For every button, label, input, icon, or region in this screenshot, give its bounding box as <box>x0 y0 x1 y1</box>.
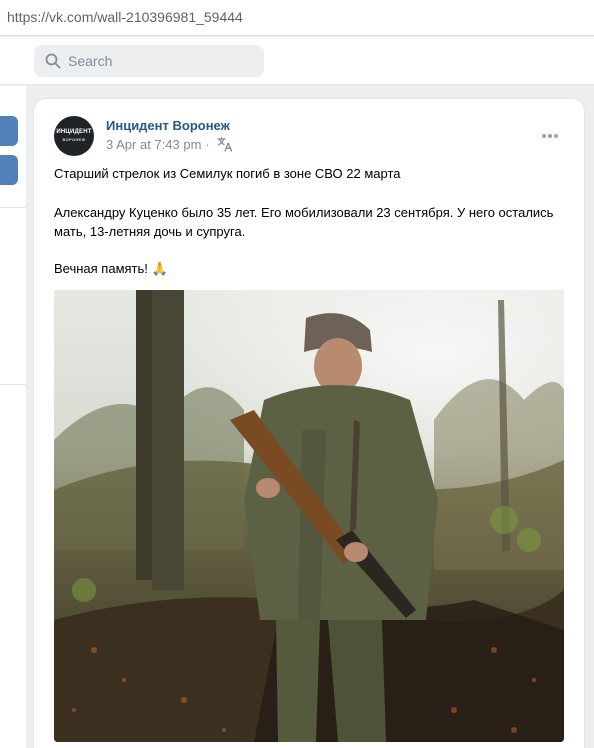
post-text-line: Старший стрелок из Семилук погиб в зоне … <box>54 166 401 181</box>
search-placeholder: Search <box>68 53 113 69</box>
sidebar-button[interactable] <box>0 155 18 185</box>
more-dot <box>554 134 558 138</box>
search-input[interactable]: Search <box>34 45 264 77</box>
post-meta: 3 Apr at 7:43 pm · <box>106 137 214 152</box>
post-text-line: мать, 13-летняя дочь и супруга. <box>54 224 246 239</box>
search-icon <box>45 53 61 69</box>
post-author-link[interactable]: Инцидент Воронеж <box>106 118 230 133</box>
post-date[interactable]: 3 Apr at 7:43 pm <box>106 137 201 152</box>
avatar[interactable]: ИНЦИДЕНТ ВОРОНЕЖ <box>54 116 94 156</box>
sidebar-divider <box>0 384 26 385</box>
browser-address-bar[interactable]: https://vk.com/wall-210396981_59444 <box>0 0 594 36</box>
sidebar-divider <box>0 207 26 208</box>
translate-icon[interactable] <box>217 136 233 152</box>
post-text-line: Александру Куценко было 35 лет. Его моби… <box>54 205 554 220</box>
sidebar-button[interactable] <box>0 116 18 146</box>
wall-post: ИНЦИДЕНТ ВОРОНЕЖ Инцидент Воронеж 3 Apr … <box>34 99 584 748</box>
post-text-line: Вечная память! 🙏 <box>54 261 168 276</box>
avatar-logo-subtext: ВОРОНЕЖ <box>62 137 86 142</box>
more-dot <box>542 134 546 138</box>
photo-illustration <box>54 290 564 742</box>
post-photo[interactable] <box>54 290 564 742</box>
url-text[interactable]: https://vk.com/wall-210396981_59444 <box>7 9 243 25</box>
avatar-logo-text: ИНЦИДЕНТ <box>56 129 92 135</box>
site-header: Search <box>0 37 594 85</box>
more-options-icon[interactable] <box>542 126 562 146</box>
meta-separator: · <box>205 137 210 152</box>
left-sidebar <box>0 86 26 748</box>
more-dot <box>548 134 552 138</box>
